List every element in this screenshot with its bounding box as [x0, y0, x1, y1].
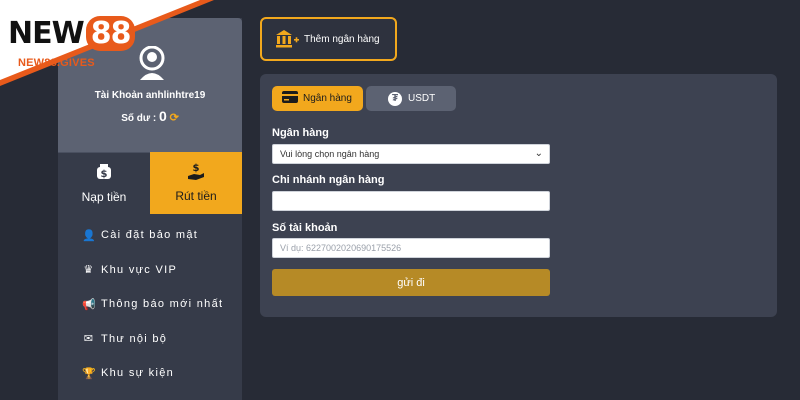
menu-item-inbox[interactable]: ✉ Thư nội bộ: [58, 322, 242, 357]
balance-label: Số dư :: [121, 113, 157, 124]
menu-item-security[interactable]: 👤 Cài đặt bảo mật: [58, 218, 242, 253]
menu-item-announcements[interactable]: 📢 Thông báo mới nhất: [58, 287, 242, 322]
card-icon: [282, 91, 298, 106]
tab-withdraw-label: Rút tiền: [175, 189, 217, 203]
user-gear-icon: 👤: [82, 229, 97, 242]
megaphone-icon: 📢: [82, 298, 97, 311]
menu-item-vip[interactable]: ♛ Khu vực VIP: [58, 253, 242, 288]
envelope-icon: ✉: [83, 333, 95, 346]
transaction-tabs: $ Nạp tiền $ Rút tiền: [58, 152, 242, 214]
bank-plus-icon: [276, 30, 299, 48]
tab-deposit[interactable]: $ Nạp tiền: [58, 152, 150, 214]
logo-domain: NEW88.GIVES: [18, 57, 95, 69]
menu-item-label: Khu vực VIP: [101, 263, 178, 276]
branch-field-label: Chi nhánh ngân hàng: [272, 174, 385, 186]
menu-item-label: Thư nội bộ: [101, 332, 168, 345]
tab-withdraw[interactable]: $ Rút tiền: [150, 152, 242, 214]
bank-field-label: Ngân hàng: [272, 127, 329, 139]
hand-dollar-icon: $: [150, 162, 242, 187]
balance-row: Số dư : 0 ⟳: [58, 108, 242, 124]
add-bank-label: Thêm ngân hàng: [304, 33, 380, 45]
crown-icon: ♛: [83, 264, 95, 277]
menu-item-label: Thông báo mới nhất: [101, 298, 224, 311]
account-number-input[interactable]: Ví dụ: 6227002020690175526: [272, 238, 550, 258]
bank-select-value: Vui lòng chọn ngân hàng: [280, 149, 380, 159]
logo-brand-b: 88: [85, 16, 136, 51]
refresh-icon[interactable]: ⟳: [170, 112, 179, 124]
menu-item-label: Khu sự kiện: [101, 367, 175, 380]
branch-input[interactable]: [272, 191, 550, 211]
dollar-bag-icon: $: [58, 163, 150, 186]
chevron-down-icon: ⌄: [534, 148, 543, 159]
add-bank-button[interactable]: Thêm ngân hàng: [260, 17, 397, 61]
svg-text:$: $: [193, 163, 200, 174]
submit-button[interactable]: gửi đi: [272, 269, 550, 296]
svg-text:$: $: [101, 169, 108, 180]
logo-brand-a: NEW: [8, 16, 85, 51]
trophy-icon: 🏆: [82, 367, 97, 380]
tether-icon: ₮: [388, 91, 402, 106]
tab-deposit-label: Nạp tiền: [81, 190, 127, 204]
tab-usdt[interactable]: ₮ USDT: [366, 86, 456, 111]
balance-value: 0: [159, 108, 167, 124]
bank-select[interactable]: Vui lòng chọn ngân hàng ⌄: [272, 144, 550, 164]
sidebar-menu: 👤 Cài đặt bảo mật ♛ Khu vực VIP 📢 Thông …: [58, 218, 242, 391]
submit-label: gửi đi: [397, 276, 425, 289]
tab-bank-label: Ngân hàng: [303, 93, 352, 104]
menu-item-label: Cài đặt bảo mật: [101, 229, 199, 242]
account-number-label: Số tài khoản: [272, 222, 338, 234]
withdraw-form-panel: Ngân hàng ₮ USDT Ngân hàng Vui lòng chọn…: [260, 74, 777, 317]
menu-item-events[interactable]: 🏆 Khu sự kiện: [58, 356, 242, 391]
brand-logo[interactable]: NEW 88 NEW88.GIVES: [0, 0, 215, 86]
logo-text: NEW 88: [8, 16, 136, 51]
tab-usdt-label: USDT: [408, 93, 436, 104]
tab-bank[interactable]: Ngân hàng: [272, 86, 363, 111]
account-name: Tài Khoản anhlinhtre19: [94, 90, 206, 101]
account-number-placeholder: Ví dụ: 6227002020690175526: [280, 243, 402, 253]
